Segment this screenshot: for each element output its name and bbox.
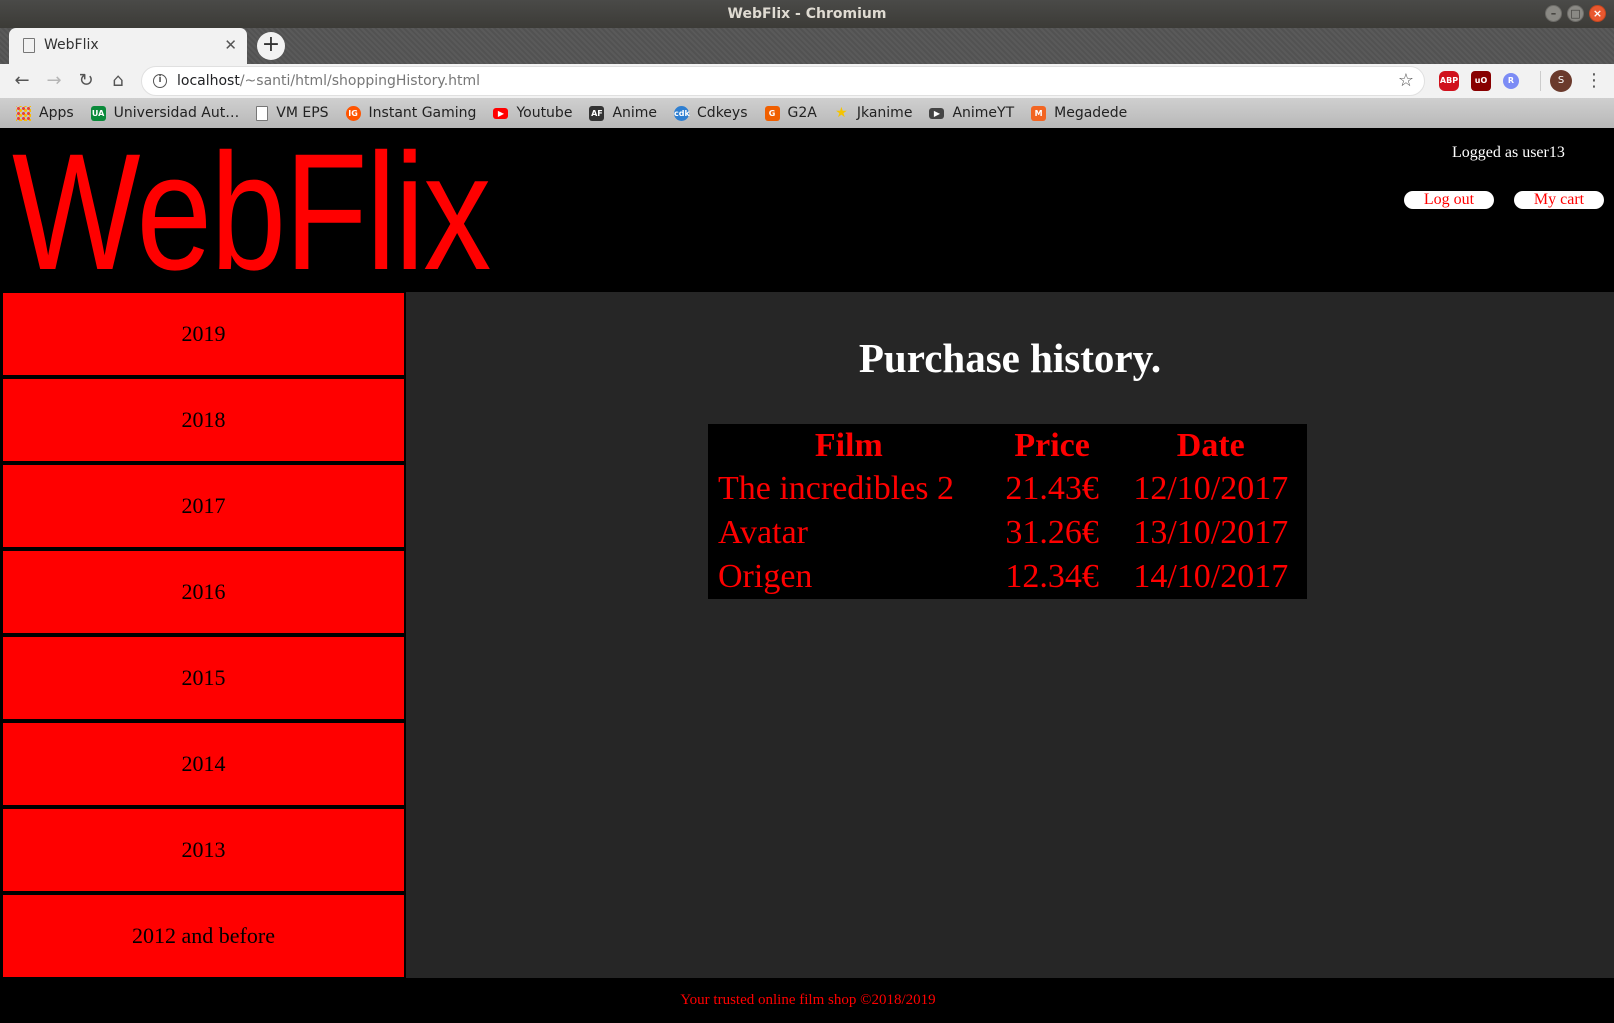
bookmark-label: VM EPS [276,105,329,121]
tab-strip: WebFlix ✕ + [0,28,1614,64]
sidebar-item-2018[interactable]: 2018 [2,378,405,462]
site-footer: Your trusted online film shop ©2018/2019 [2,978,1614,1023]
new-tab-button[interactable]: + [257,32,285,60]
toolbar-divider [1540,71,1541,91]
back-icon[interactable]: ← [10,69,34,93]
table-row: Origen 12.34€ 14/10/2017 [708,555,1307,599]
tab-title: WebFlix [44,37,99,53]
url-host: localhost [177,73,240,89]
apps-icon [16,105,31,121]
close-tab-icon[interactable]: ✕ [224,36,237,54]
page-icon [256,105,269,121]
forward-icon[interactable]: → [42,69,66,93]
minimize-icon[interactable]: – [1545,5,1562,22]
bookmark-label: Instant Gaming [368,105,477,121]
bookmark-star-icon[interactable]: ☆ [1398,70,1414,91]
jkanime-icon: ★ [835,104,848,121]
date-cell: 14/10/2017 [1133,558,1289,595]
url-path: /~santi/html/shoppingHistory.html [239,73,481,89]
maximize-icon[interactable]: □ [1567,5,1584,22]
ublock-extension-icon[interactable]: uO [1471,71,1491,91]
column-header-price: Price [1014,426,1090,464]
column-header-date: Date [1176,426,1245,464]
url-text[interactable]: localhost/~santi/html/shoppingHistory.ht… [177,73,480,89]
sidebar-item-2019[interactable]: 2019 [2,292,405,376]
extension-r-icon[interactable]: R [1503,73,1519,89]
table-row: Avatar 31.26€ 13/10/2017 [708,511,1307,555]
sidebar-item-2012-and-before[interactable]: 2012 and before [2,894,405,978]
bookmark-label: Megadede [1054,105,1128,121]
close-window-icon[interactable]: × [1589,5,1606,22]
bookmark-label: G2A [787,105,817,121]
bookmark-universidad[interactable]: UA Universidad Aut… [90,105,240,121]
bookmark-apps[interactable]: Apps [16,105,74,121]
youtube-icon: ▶ [493,107,509,119]
bookmark-youtube[interactable]: ▶ Youtube [493,105,572,121]
cdkeys-icon: cdk [674,105,690,121]
sidebar-item-2013[interactable]: 2013 [2,808,405,892]
bookmark-instant-gaming[interactable]: IG Instant Gaming [345,105,477,121]
price-cell: 31.26€ [1005,514,1099,551]
reload-icon[interactable]: ↻ [74,69,98,93]
instant-gaming-icon: IG [345,105,361,121]
logout-button[interactable]: Log out [1404,191,1494,209]
sidebar-item-2017[interactable]: 2017 [2,464,405,548]
uam-icon: UA [90,105,106,121]
film-cell: The incredibles 2 [718,470,955,507]
date-cell: 13/10/2017 [1133,514,1289,551]
bookmark-jkanime[interactable]: ★ Jkanime [834,104,913,121]
home-icon[interactable]: ⌂ [106,69,130,93]
address-bar[interactable]: i localhost/~santi/html/shoppingHistory.… [141,66,1425,96]
profile-avatar[interactable]: S [1550,70,1572,92]
bookmark-g2a[interactable]: G G2A [764,105,817,121]
animeflv-icon: AF [589,105,605,121]
page-icon [23,38,35,53]
main-content: Purchase history. Film Price Date The in… [406,292,1614,978]
price-cell: 12.34€ [1005,558,1099,595]
film-cell: Avatar [718,514,808,551]
sidebar-item-2014[interactable]: 2014 [2,722,405,806]
adblock-extension-icon[interactable]: ABP [1439,71,1459,91]
window-titlebar: WebFlix - Chromium – □ × [0,0,1614,28]
table-row: The incredibles 2 21.43€ 12/10/2017 [708,467,1307,511]
page-title: Purchase history. [858,335,1162,381]
bookmark-anime[interactable]: AF Anime [589,105,657,121]
login-status: Logged as user13 [1452,144,1565,161]
bookmark-label: AnimeYT [952,105,1015,121]
g2a-icon: G [764,105,780,121]
sidebar-item-2015[interactable]: 2015 [2,636,405,720]
animeyt-icon: ▶ [929,107,945,119]
browser-tab[interactable]: WebFlix ✕ [9,28,247,64]
window-title: WebFlix - Chromium [727,6,887,22]
year-sidebar: 2019 2018 2017 2016 2015 2014 2013 2012 … [2,292,405,978]
site-header: WebFlix Logged as user13 Log out My cart [2,128,1614,296]
browser-toolbar: ← → ↻ ⌂ i localhost/~santi/html/shopping… [0,64,1614,98]
my-cart-button[interactable]: My cart [1514,191,1604,209]
bookmark-label: Jkanime [856,105,913,121]
bookmark-megadede[interactable]: M Megadede [1031,105,1127,121]
megadede-icon: M [1031,105,1047,121]
info-icon[interactable]: i [153,74,167,88]
bookmark-vm-eps[interactable]: VM EPS [256,105,329,121]
site-logo[interactable]: WebFlix [12,130,491,296]
bookmark-label: Universidad Aut… [113,105,240,121]
bookmark-animeyt[interactable]: ▶ AnimeYT [929,105,1014,121]
film-cell: Origen [718,558,813,595]
bookmark-label: Apps [39,105,74,121]
webpage: WebFlix Logged as user13 Log out My cart… [2,128,1614,1023]
purchase-history-table: Film Price Date The incredibles 2 21.43€… [708,424,1307,599]
bookmark-label: Youtube [516,105,573,121]
bookmark-label: Cdkeys [697,105,748,121]
bookmark-cdkeys[interactable]: cdk Cdkeys [674,105,748,121]
bookmark-label: Anime [612,105,658,121]
menu-dots-icon[interactable]: ⋮ [1585,68,1603,94]
sidebar-item-2016[interactable]: 2016 [2,550,405,634]
column-header-film: Film [814,426,883,464]
date-cell: 12/10/2017 [1133,470,1289,507]
table-header-row: Film Price Date [708,424,1307,467]
price-cell: 21.43€ [1005,470,1099,507]
window-controls: – □ × [1545,5,1606,22]
